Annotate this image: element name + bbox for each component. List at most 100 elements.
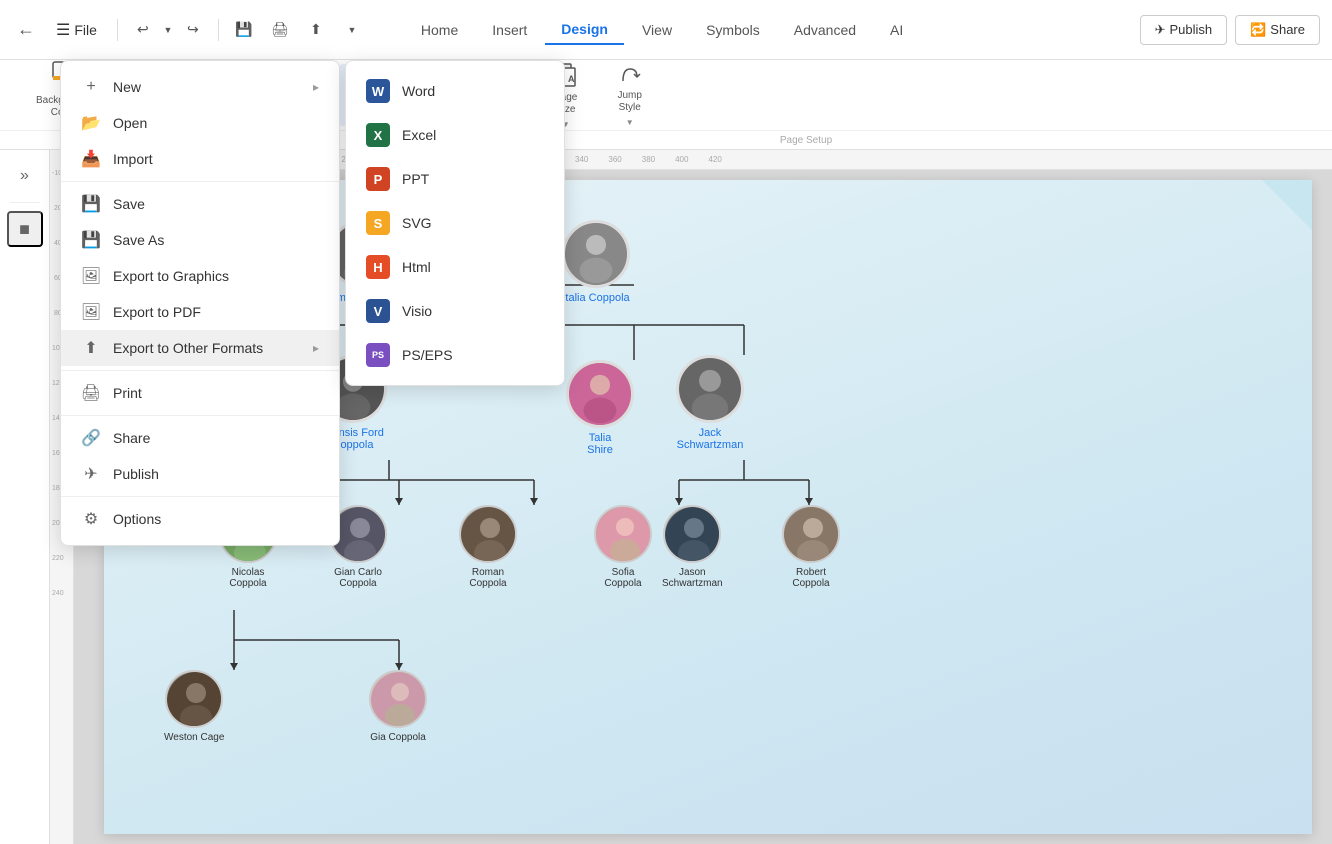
tab-insert[interactable]: Insert <box>476 16 543 44</box>
submenu-word[interactable]: W Word <box>346 69 564 113</box>
undo-dropdown[interactable]: ▼ <box>160 15 176 45</box>
export-pdf-icon: 🖼 <box>81 302 101 322</box>
node-jason: JasonSchwartzman <box>662 505 723 589</box>
name-italia: Italia Coppola <box>562 292 629 304</box>
ps-icon: PS <box>366 343 390 367</box>
options-icon: ⚙ <box>81 509 101 529</box>
avatar-talia <box>566 360 634 428</box>
save-icon: 💾 <box>81 194 101 214</box>
menu-export-graphics-label: Export to Graphics <box>113 268 229 284</box>
node-robert: RobertCoppola <box>782 505 840 589</box>
submenu-excel-label: Excel <box>402 127 436 143</box>
menu-publish-label: Publish <box>113 466 159 482</box>
menu-new[interactable]: + New ▸ <box>61 69 339 105</box>
save-as-icon: 💾 <box>81 230 101 250</box>
tab-view[interactable]: View <box>626 16 688 44</box>
ppt-icon: P <box>366 167 390 191</box>
export-submenu: W Word X Excel P PPT S SVG H Html V Visi… <box>345 60 565 386</box>
menu-options[interactable]: ⚙ Options <box>61 501 339 537</box>
menu-share[interactable]: 🔗 Share <box>61 420 339 456</box>
excel-icon: X <box>366 123 390 147</box>
avatar-italia <box>562 220 630 288</box>
publish-button[interactable]: ✈ Publish <box>1140 15 1228 45</box>
menu-save-as[interactable]: 💾 Save As <box>61 222 339 258</box>
menu-export-pdf-label: Export to PDF <box>113 304 201 320</box>
name-jason: JasonSchwartzman <box>662 567 723 589</box>
file-menu: + New ▸ 📂 Open 📥 Import 💾 Save 💾 Save As… <box>60 60 340 546</box>
left-toolbar: » ■ <box>0 150 50 844</box>
tab-advanced[interactable]: Advanced <box>778 16 872 44</box>
submenu-visio[interactable]: V Visio <box>346 289 564 333</box>
avatar-jack <box>676 355 744 423</box>
expand-sidebar-button[interactable]: » <box>7 158 43 194</box>
open-icon: 📂 <box>81 113 101 133</box>
import-icon: 📥 <box>81 149 101 169</box>
name-gian: Gian CarloCoppola <box>334 567 382 589</box>
tab-ai[interactable]: AI <box>874 16 919 44</box>
save-button[interactable]: 💾 <box>229 15 259 45</box>
ribbon-jump-style[interactable]: JumpStyle ▼ <box>600 58 660 133</box>
main-window: ← ☰ File ↩ ▼ ↪ 💾 🖨 ⬆ ▼ Home Insert Desig… <box>0 0 1332 844</box>
menu-print[interactable]: 🖨 Print <box>61 375 339 411</box>
menu-open[interactable]: 📂 Open <box>61 105 339 141</box>
submenu-svg[interactable]: S SVG <box>346 201 564 245</box>
menu-publish[interactable]: ✈ Publish <box>61 456 339 492</box>
menu-options-label: Options <box>113 511 161 527</box>
html-icon: H <box>366 255 390 279</box>
separator-4 <box>61 496 339 497</box>
share-label: Share <box>1270 22 1305 37</box>
menu-save[interactable]: 💾 Save <box>61 186 339 222</box>
ruler-mark-220: 220 <box>52 555 64 562</box>
print-button[interactable]: 🖨 <box>265 15 295 45</box>
name-jack: JackSchwartzman <box>677 427 744 451</box>
submenu-ppt[interactable]: P PPT <box>346 157 564 201</box>
back-button[interactable]: ← <box>12 16 40 44</box>
titlebar-right: ✈ Publish 🔁 Share <box>1140 15 1320 45</box>
menu-export-formats[interactable]: ⬆ Export to Other Formats ▸ <box>61 330 339 366</box>
name-roman: RomanCoppola <box>469 567 506 589</box>
node-talia: TaliaShire <box>566 360 634 456</box>
tab-symbols[interactable]: Symbols <box>690 16 776 44</box>
ruler-top-340: 340 <box>575 155 588 164</box>
more-button[interactable]: ▼ <box>337 15 367 45</box>
submenu-ppt-label: PPT <box>402 171 429 187</box>
menu-export-graphics[interactable]: 🖼 Export to Graphics <box>61 258 339 294</box>
avatar-roman <box>459 505 517 563</box>
menu-share-label: Share <box>113 430 150 446</box>
sidebar-tool-1[interactable]: ■ <box>7 211 43 247</box>
submenu-excel[interactable]: X Excel <box>346 113 564 157</box>
submenu-pseps[interactable]: PS PS/EPS <box>346 333 564 377</box>
avatar-gia <box>369 670 427 728</box>
export-button[interactable]: ⬆ <box>301 15 331 45</box>
menu-export-pdf[interactable]: 🖼 Export to PDF <box>61 294 339 330</box>
share-button[interactable]: 🔁 Share <box>1235 15 1320 45</box>
menu-print-label: Print <box>113 385 142 401</box>
submenu-svg-label: SVG <box>402 215 432 231</box>
jump-style-icon <box>617 64 643 86</box>
name-gia: Gia Coppola <box>370 732 426 743</box>
redo-button[interactable]: ↪ <box>178 15 208 45</box>
file-menu-button[interactable]: ☰ File <box>46 16 107 44</box>
word-icon: W <box>366 79 390 103</box>
undo-redo-group: ↩ ▼ ↪ <box>128 15 208 45</box>
jump-style-arrow: ▼ <box>626 118 634 127</box>
titlebar-left: ← ☰ File ↩ ▼ ↪ 💾 🖨 ⬆ ▼ <box>12 15 367 45</box>
node-gia: Gia Coppola <box>369 670 427 743</box>
submenu-html[interactable]: H Html <box>346 245 564 289</box>
submenu-visio-label: Visio <box>402 303 432 319</box>
hamburger-icon: ☰ <box>56 20 70 40</box>
tab-home[interactable]: Home <box>405 16 474 44</box>
export-formats-icon: ⬆ <box>81 338 101 358</box>
separator-3 <box>61 415 339 416</box>
share-icon: 🔁 <box>1250 22 1266 38</box>
tab-design[interactable]: Design <box>545 15 624 45</box>
undo-button[interactable]: ↩ <box>128 15 158 45</box>
file-label: File <box>74 22 97 38</box>
name-talia: TaliaShire <box>587 432 613 456</box>
page-fold <box>1262 180 1312 230</box>
export-formats-arrow: ▸ <box>313 341 319 355</box>
svg-text:A: A <box>568 74 575 84</box>
menu-import[interactable]: 📥 Import <box>61 141 339 177</box>
menu-import-label: Import <box>113 151 153 167</box>
publish-icon: ✈ <box>1155 22 1166 38</box>
